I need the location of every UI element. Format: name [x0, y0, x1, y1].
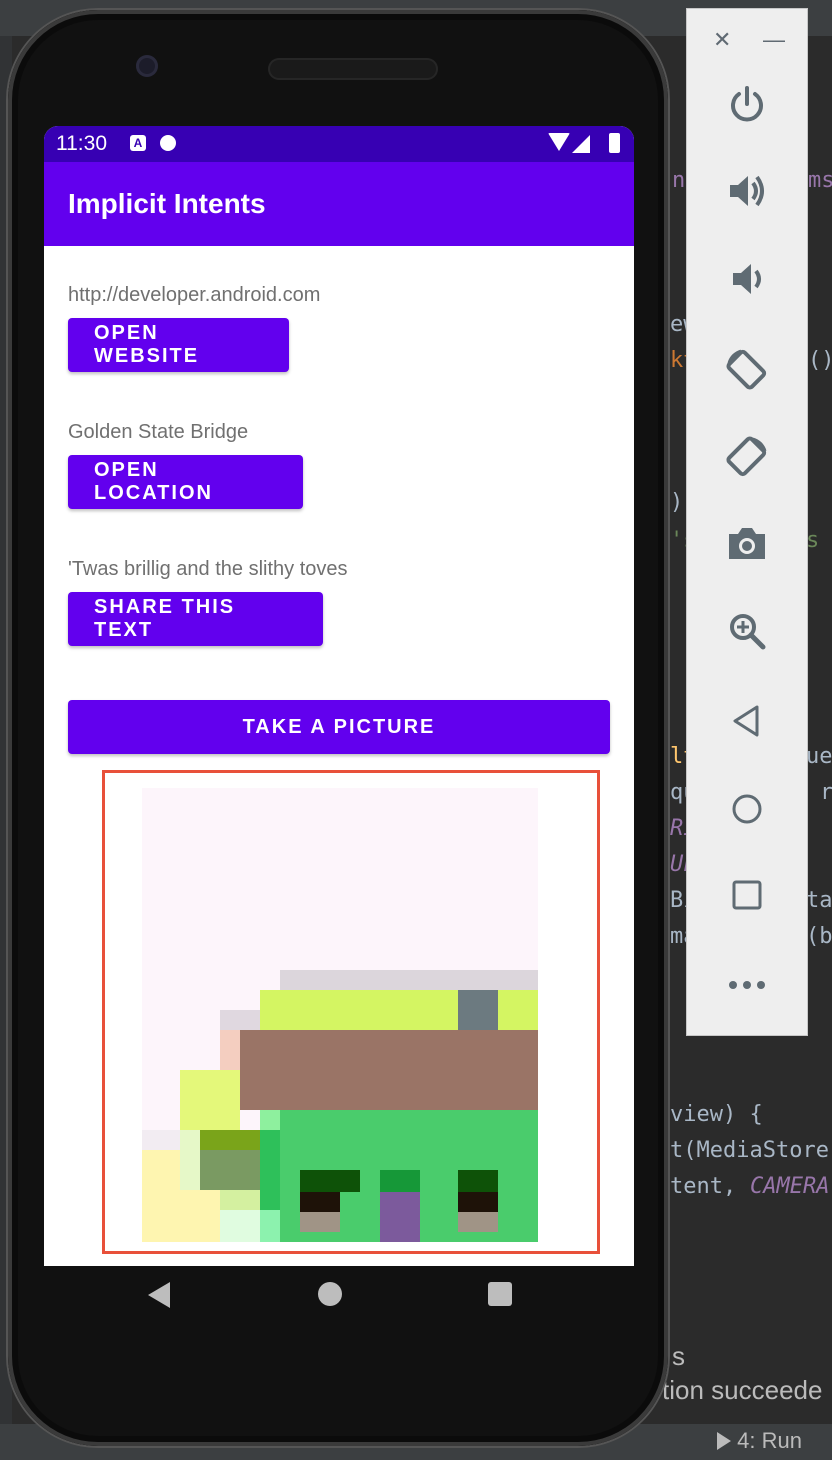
nav-home-icon[interactable]	[318, 1282, 342, 1306]
app-title: Implicit Intents	[68, 188, 266, 219]
website-url-text: http://developer.android.com	[68, 284, 321, 306]
code-fragment: tent,	[670, 1174, 750, 1199]
console-line: tion succeede	[662, 1375, 823, 1405]
share-text: 'Twas brillig and the slithy toves	[68, 558, 348, 580]
more-icon[interactable]	[717, 955, 777, 1015]
open-website-button[interactable]: OPEN WEBSITE	[68, 318, 289, 372]
zoom-icon[interactable]	[717, 601, 777, 661]
code-fragment: ta	[806, 888, 832, 913]
captured-photo	[142, 788, 538, 1242]
status-icons	[532, 133, 622, 155]
nav-back-icon[interactable]	[148, 1282, 170, 1308]
run-icon	[717, 1432, 732, 1450]
battery-icon	[609, 133, 620, 153]
code-fragment: CAMERA	[750, 1174, 830, 1199]
status-bar: 11:30 A	[44, 126, 634, 162]
run-console: s tion succeede	[658, 1325, 832, 1415]
code-fragment: r	[820, 780, 832, 805]
run-tab-label: 4: Run	[737, 1428, 802, 1453]
notification-a-icon: A	[130, 135, 146, 151]
navigation-bar	[36, 1256, 626, 1346]
console-line: s	[672, 1341, 685, 1371]
take-picture-button[interactable]: TAKE A PICTURE	[68, 700, 610, 754]
close-icon[interactable]: ✕	[713, 27, 731, 53]
code-fragment: )	[670, 490, 684, 515]
minimize-icon[interactable]: —	[763, 27, 785, 53]
signal-icon	[572, 135, 590, 153]
volume-down-icon[interactable]	[717, 249, 777, 309]
notification-p-icon	[160, 135, 176, 151]
back-icon[interactable]	[717, 691, 777, 751]
code-fragment: t(MediaStore	[670, 1138, 829, 1163]
code-fragment: (b	[806, 924, 832, 949]
emulator-phone: 11:30 A Implicit Intents http://develope…	[8, 10, 668, 1446]
code-fragment: ms	[808, 168, 832, 193]
code-fragment: ue	[806, 744, 832, 769]
front-camera	[136, 55, 158, 77]
overview-icon[interactable]	[717, 865, 777, 925]
status-time: 11:30	[56, 132, 107, 155]
home-icon[interactable]	[717, 779, 777, 839]
app-bar: Implicit Intents	[44, 162, 634, 246]
share-text-button[interactable]: SHARE THIS TEXT	[68, 592, 323, 646]
camera-icon[interactable]	[717, 513, 777, 573]
volume-up-icon[interactable]	[717, 161, 777, 221]
rotate-left-icon[interactable]	[717, 339, 777, 399]
location-text: Golden State Bridge	[68, 421, 249, 443]
code-fragment: view) {	[670, 1102, 763, 1127]
nav-recents-icon[interactable]	[488, 1282, 512, 1306]
wifi-icon	[548, 133, 570, 151]
open-location-button[interactable]: OPEN LOCATION	[68, 455, 303, 509]
picture-frame	[102, 770, 600, 1254]
code-fragment: ()	[808, 348, 832, 373]
rotate-right-icon[interactable]	[717, 427, 777, 487]
power-icon[interactable]	[717, 75, 777, 135]
run-tab[interactable]: 4: Run	[717, 1428, 802, 1454]
phone-screen: 11:30 A Implicit Intents http://develope…	[44, 126, 634, 1266]
emulator-toolbar: ✕ —	[686, 8, 808, 1036]
earpiece-speaker	[268, 58, 438, 80]
